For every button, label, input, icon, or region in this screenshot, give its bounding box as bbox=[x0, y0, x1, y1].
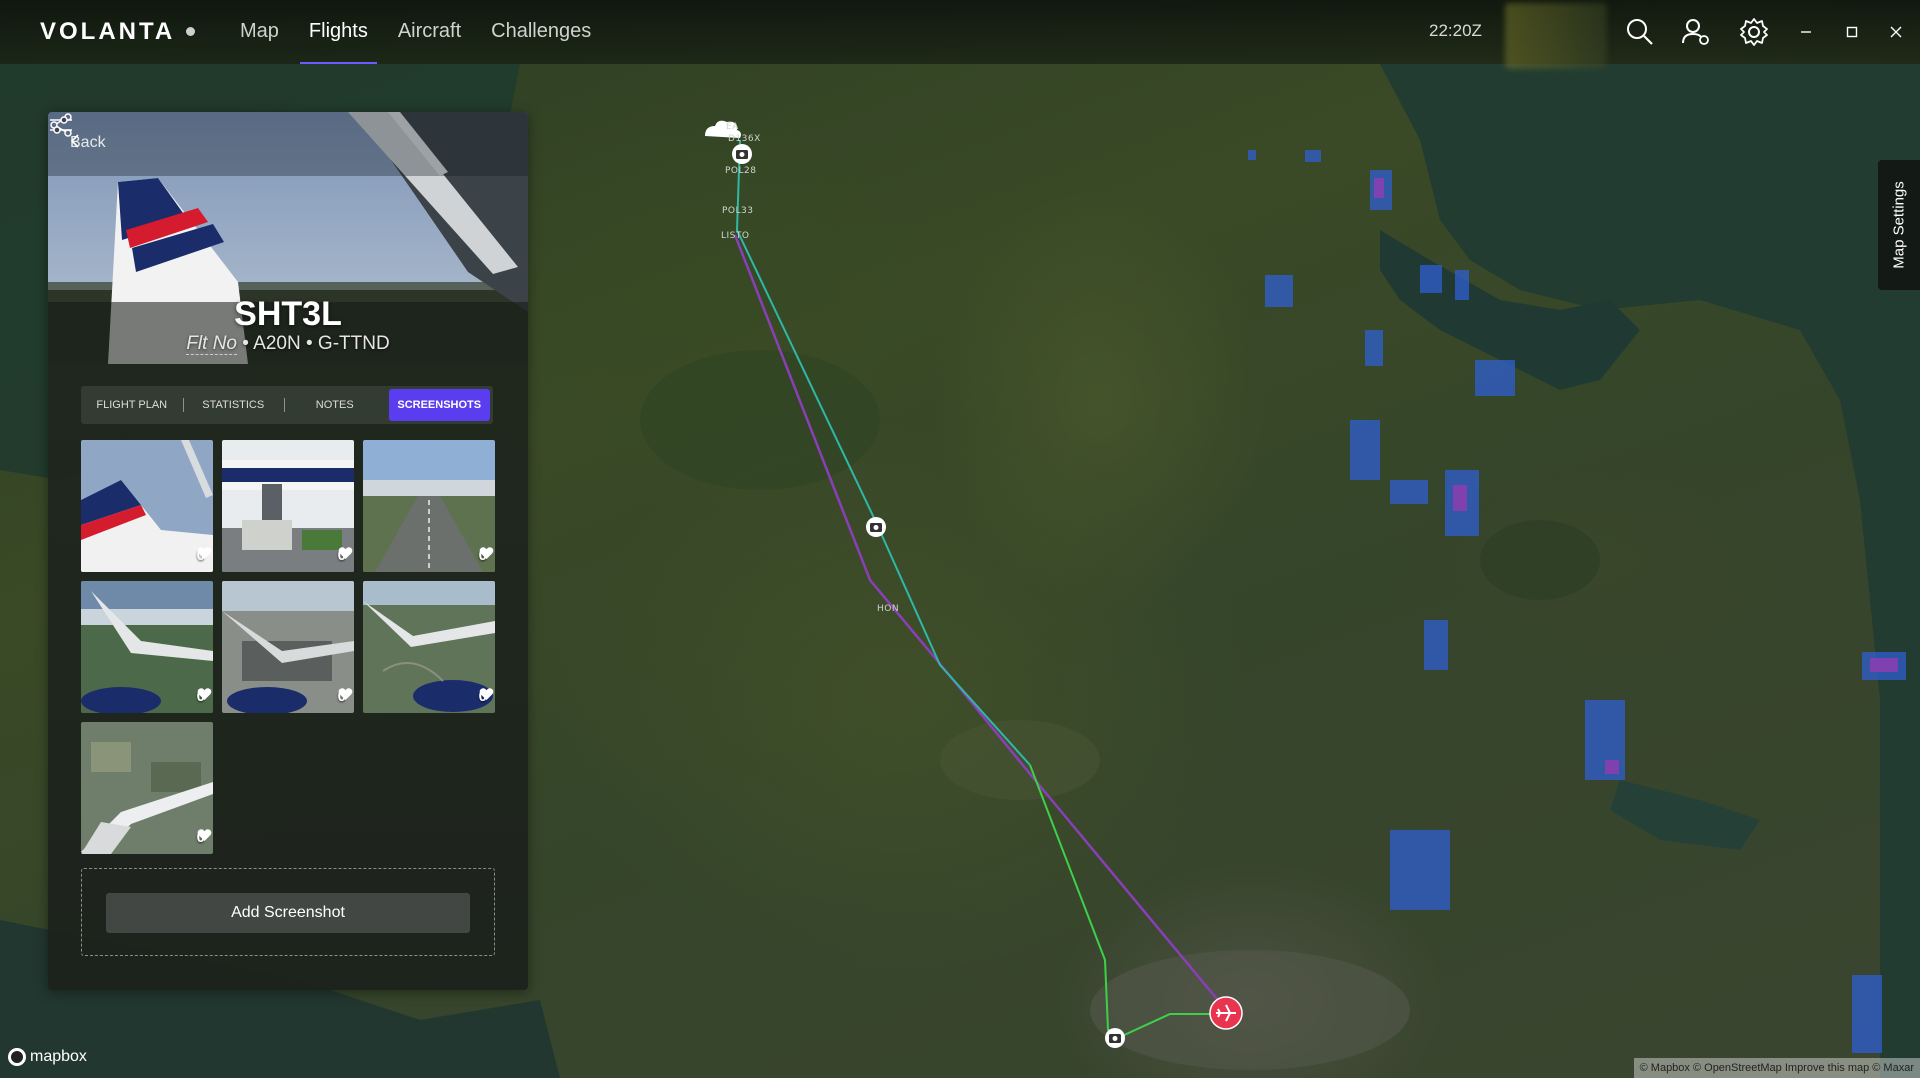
search-icon[interactable] bbox=[1624, 16, 1656, 48]
mapbox-icon bbox=[8, 1048, 26, 1066]
volanta-logo[interactable]: VOLANTA bbox=[40, 18, 175, 46]
screenshot-thumbnail[interactable]: 0 bbox=[222, 440, 354, 572]
tab-statistics[interactable]: STATISTICS bbox=[182, 386, 285, 424]
screenshot-thumbnail[interactable]: 0 bbox=[222, 581, 354, 713]
sea-east bbox=[1380, 64, 1920, 1078]
user-icon[interactable] bbox=[1680, 16, 1712, 48]
likes-count[interactable]: 0 bbox=[479, 547, 494, 564]
tab-notes[interactable]: NOTES bbox=[284, 386, 386, 424]
separator: • bbox=[305, 333, 313, 354]
heart-icon bbox=[197, 547, 212, 559]
main-nav: Map Flights Aircraft Challenges bbox=[225, 0, 606, 64]
camera-marker[interactable] bbox=[1105, 1028, 1125, 1048]
mapbox-label: mapbox bbox=[30, 1048, 87, 1065]
back-button[interactable]: Back bbox=[70, 134, 106, 152]
waypoint-label: POL28 bbox=[725, 166, 757, 176]
close-icon[interactable] bbox=[1880, 16, 1912, 48]
flight-hero-image: Back SHT3L Flt No • A20N • G-TTND bbox=[48, 112, 528, 364]
urban-area bbox=[1090, 950, 1410, 1070]
nav-aircraft[interactable]: Aircraft bbox=[383, 0, 476, 64]
panel-tabs: FLIGHT PLAN STATISTICS NOTES SCREENSHOTS bbox=[81, 386, 493, 424]
map-settings-label: Map Settings bbox=[1890, 181, 1908, 269]
heart-icon bbox=[479, 547, 494, 559]
status-dot bbox=[186, 27, 195, 36]
screenshot-thumbnail[interactable]: 0 bbox=[363, 440, 495, 572]
heart-icon bbox=[479, 688, 494, 700]
planned-route bbox=[733, 234, 1223, 1006]
screenshot-dropzone[interactable]: Add Screenshot bbox=[81, 868, 495, 956]
camera-marker[interactable] bbox=[732, 144, 752, 164]
waypoint-label: EA bbox=[726, 122, 739, 132]
top-bar: VOLANTA Map Flights Aircraft Challenges … bbox=[0, 0, 1920, 69]
likes-count[interactable]: 0 bbox=[338, 547, 353, 564]
screenshot-thumbnail[interactable]: 0 bbox=[81, 722, 213, 854]
aircraft-registration: G-TTND bbox=[317, 333, 390, 354]
sliders-icon[interactable] bbox=[48, 112, 74, 138]
aircraft-position-marker[interactable] bbox=[1209, 996, 1243, 1030]
likes-count[interactable]: 0 bbox=[197, 688, 212, 705]
likes-count[interactable]: 0 bbox=[338, 688, 353, 705]
flight-subtitle: Flt No • A20N • G-TTND bbox=[48, 333, 528, 355]
nav-map[interactable]: Map bbox=[225, 0, 294, 64]
map-settings-tab[interactable]: Map Settings bbox=[1878, 160, 1920, 290]
likes-count[interactable]: 0 bbox=[197, 547, 212, 564]
likes-count[interactable]: 0 bbox=[197, 829, 212, 846]
heart-icon bbox=[197, 688, 212, 700]
screenshot-thumbnail[interactable]: 0 bbox=[363, 581, 495, 713]
flight-detail-panel: Back SHT3L Flt No • A20N • G-TTND FLIGHT… bbox=[48, 112, 528, 990]
tab-flight-plan[interactable]: FLIGHT PLAN bbox=[81, 386, 183, 424]
tab-screenshots[interactable]: SCREENSHOTS bbox=[388, 389, 490, 421]
land-patch bbox=[640, 350, 880, 490]
camera-marker[interactable] bbox=[866, 517, 886, 537]
mapbox-logo[interactable]: mapbox bbox=[8, 1048, 87, 1066]
waypoint-label: POL33 bbox=[722, 206, 754, 216]
maximize-icon[interactable] bbox=[1836, 16, 1868, 48]
minimize-icon[interactable] bbox=[1790, 16, 1822, 48]
gear-icon[interactable] bbox=[1738, 16, 1770, 48]
app-window: EA D136X POL28 POL33 LISTO HON VOLANTA M… bbox=[0, 0, 1920, 1078]
heart-icon bbox=[338, 688, 353, 700]
waypoint-label: D136X bbox=[728, 134, 761, 144]
waypoint-label: HON bbox=[877, 604, 900, 614]
flight-number[interactable]: Flt No bbox=[186, 333, 237, 355]
add-screenshot-button[interactable]: Add Screenshot bbox=[106, 893, 470, 933]
user-avatar[interactable] bbox=[1505, 3, 1607, 69]
map-attribution[interactable]: © Mapbox © OpenStreetMap Improve this ma… bbox=[1633, 1058, 1920, 1078]
flight-callsign: SHT3L bbox=[234, 295, 342, 333]
likes-count[interactable]: 0 bbox=[479, 688, 494, 705]
separator: • bbox=[242, 333, 249, 354]
nav-challenges[interactable]: Challenges bbox=[476, 0, 606, 64]
heart-icon bbox=[338, 547, 353, 559]
heart-icon bbox=[197, 829, 212, 841]
nav-flights[interactable]: Flights bbox=[294, 0, 383, 64]
waypoint-label: LISTO bbox=[721, 231, 750, 241]
utc-clock: 22:20Z bbox=[1429, 21, 1482, 40]
estuary bbox=[1610, 780, 1760, 850]
screenshot-thumbnail[interactable]: 0 bbox=[81, 581, 213, 713]
screenshot-thumbnail[interactable]: 0 bbox=[81, 440, 213, 572]
aircraft-type: A20N bbox=[253, 333, 301, 354]
land-patch bbox=[1480, 520, 1600, 600]
